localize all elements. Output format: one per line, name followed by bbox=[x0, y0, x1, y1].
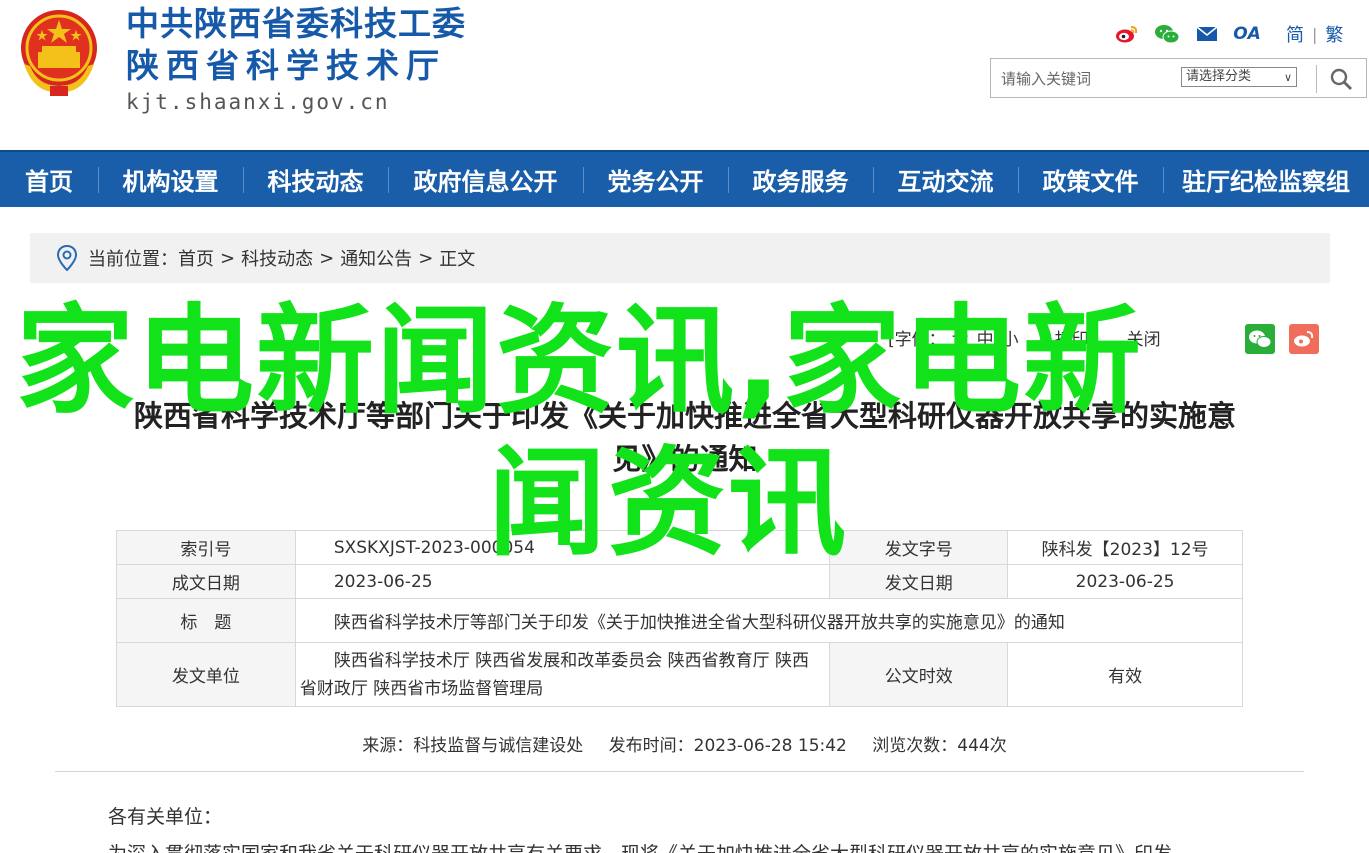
nav-item-0[interactable]: 首页 bbox=[0, 151, 98, 208]
source-value: 科技监督与诚信建设处 bbox=[413, 736, 584, 756]
breadcrumb-notices[interactable]: 通知公告 bbox=[340, 245, 412, 271]
written-date-label: 成文日期 bbox=[116, 564, 296, 599]
source-info: 来源：科技监督与诚信建设处 bbox=[362, 736, 583, 756]
document-meta-table: 索引号 SXSKXJST-2023-000054 发文字号 陕科发【2023】1… bbox=[116, 530, 1244, 707]
publish-info: 发布时间：2023-06-28 15:42 bbox=[609, 736, 847, 756]
nav-item-6[interactable]: 互动交流 bbox=[873, 151, 1018, 208]
views-count: 444次 bbox=[957, 736, 1007, 756]
table-row: 索引号 SXSKXJST-2023-000054 发文字号 陕科发【2023】1… bbox=[116, 530, 1243, 565]
article-source-line: 来源：科技监督与诚信建设处 发布时间：2023-06-28 15:42 浏览次数… bbox=[0, 731, 1369, 756]
validity-label: 公文时效 bbox=[829, 642, 1009, 707]
print-link[interactable]: 打印 bbox=[1055, 325, 1089, 350]
search-input[interactable] bbox=[1001, 67, 1161, 91]
title-value: 陕西省科学技术厅等部门关于印发《关于加快推进全省大型科研仪器开放共享的实施意见》… bbox=[294, 598, 1244, 643]
index-no-label: 索引号 bbox=[116, 530, 296, 565]
site-header: 中共陕西省委科技工委 陕西省科学技术厅 kjt.shaanxi.gov.cn O… bbox=[0, 0, 1369, 150]
nav-item-4[interactable]: 党务公开 bbox=[583, 151, 728, 208]
publish-time: 2023-06-28 15:42 bbox=[693, 736, 847, 756]
article-body-text: 为深入贯彻落实国家和我省关于科研仪器开放共享有关要求，现将《关于加快推进全省大型… bbox=[108, 842, 1172, 853]
header-tools: OA 简 | 繁 bbox=[1112, 22, 1343, 46]
index-no-value: SXSKXJST-2023-000054 bbox=[294, 530, 831, 565]
source-label: 来源： bbox=[362, 736, 414, 756]
issuer-label: 发文单位 bbox=[116, 642, 296, 707]
search-divider bbox=[1316, 65, 1317, 93]
written-date-value: 2023-06-25 bbox=[294, 564, 831, 599]
doc-no-label: 发文字号 bbox=[829, 530, 1009, 565]
divider bbox=[55, 771, 1304, 772]
article-title: 陕西省科学技术厅等部门关于印发《关于加快推进全省大型科研仪器开放共享的实施意 见… bbox=[50, 395, 1320, 481]
close-link[interactable]: 关闭 bbox=[1127, 325, 1161, 350]
lang-traditional-link[interactable]: 繁 bbox=[1325, 21, 1343, 47]
search-icon bbox=[1330, 68, 1352, 90]
breadcrumb-tech-news[interactable]: 科技动态 bbox=[241, 245, 313, 271]
nav-item-7[interactable]: 政策文件 bbox=[1018, 151, 1163, 208]
nav-item-5[interactable]: 政务服务 bbox=[728, 151, 873, 208]
lang-simplified-link[interactable]: 简 bbox=[1286, 21, 1304, 47]
font-size-large[interactable]: 大 bbox=[952, 325, 969, 350]
article-tools: [字体： 大 中 小 打印 关闭 bbox=[888, 325, 1161, 350]
breadcrumb-current: 正文 bbox=[439, 249, 476, 270]
breadcrumb-separator: > bbox=[220, 247, 236, 269]
search-box: 请选择分类 ∨ bbox=[990, 58, 1367, 98]
article-title-line2: 见》的通知 bbox=[612, 442, 758, 476]
table-row: 标 题 陕西省科学技术厅等部门关于印发《关于加快推进全省大型科研仪器开放共享的实… bbox=[116, 598, 1244, 643]
issue-date-label: 发文日期 bbox=[829, 564, 1009, 599]
breadcrumb-home[interactable]: 首页 bbox=[178, 245, 214, 271]
nav-item-2[interactable]: 科技动态 bbox=[243, 151, 388, 208]
article-title-line1: 陕西省科学技术厅等部门关于印发《关于加快推进全省大型科研仪器开放共享的实施意 bbox=[133, 399, 1236, 433]
search-button[interactable] bbox=[1325, 65, 1357, 93]
category-select[interactable]: 请选择分类 ∨ bbox=[1181, 67, 1297, 87]
site-title-line2: 陕西省科学技术厅 bbox=[126, 46, 446, 85]
wechat-icon[interactable] bbox=[1152, 23, 1182, 45]
validity-value: 有效 bbox=[1007, 642, 1243, 707]
views-info: 浏览次数：444次 bbox=[872, 736, 1006, 756]
breadcrumb-separator: > bbox=[418, 247, 434, 269]
weibo-icon[interactable] bbox=[1112, 23, 1142, 45]
font-size-small[interactable]: 小 bbox=[1002, 325, 1019, 350]
article-body: 为深入贯彻落实国家和我省关于科研仪器开放共享有关要求，现将《关于加快推进全省大型… bbox=[108, 842, 1288, 853]
table-row: 成文日期 2023-06-25 发文日期 2023-06-25 bbox=[116, 564, 1243, 599]
views-label: 浏览次数： bbox=[872, 736, 958, 756]
site-title-line1: 中共陕西省委科技工委 bbox=[126, 4, 466, 43]
chevron-down-icon: ∨ bbox=[1283, 71, 1292, 84]
nav-item-8[interactable]: 驻厅纪检监察组 bbox=[1163, 151, 1369, 208]
publish-label: 发布时间： bbox=[608, 736, 694, 756]
location-pin-icon bbox=[56, 245, 78, 271]
table-row: 发文单位 陕西省科学技术厅 陕西省发展和改革委员会 陕西省教育厅 陕西省财政厅 … bbox=[116, 642, 1243, 707]
title-label: 标 题 bbox=[116, 598, 296, 643]
issue-date-value: 2023-06-25 bbox=[1007, 564, 1243, 599]
font-size-label: [字体： bbox=[888, 330, 946, 350]
article-salutation: 各有关单位： bbox=[108, 806, 223, 828]
national-emblem-icon bbox=[21, 10, 97, 96]
breadcrumb-prefix: 当前位置： bbox=[88, 249, 178, 270]
oa-icon[interactable]: OA bbox=[1232, 23, 1262, 45]
wechat-share-icon[interactable] bbox=[1245, 324, 1275, 354]
mail-icon[interactable] bbox=[1192, 23, 1222, 45]
lang-separator: | bbox=[1312, 24, 1318, 44]
category-select-value: 请选择分类 bbox=[1186, 69, 1252, 84]
nav-item-1[interactable]: 机构设置 bbox=[98, 151, 243, 208]
nav-item-3[interactable]: 政府信息公开 bbox=[388, 151, 583, 208]
doc-no-value: 陕科发【2023】12号 bbox=[1007, 530, 1243, 565]
breadcrumb-separator: > bbox=[319, 247, 335, 269]
main-nav: 首页 机构设置 科技动态 政府信息公开 党务公开 政务服务 互动交流 政策文件 驻厅纪检监察组 bbox=[0, 150, 1369, 207]
font-size-medium[interactable]: 中 bbox=[977, 325, 994, 350]
issuer-value: 陕西省科学技术厅 陕西省发展和改革委员会 陕西省教育厅 陕西省财政厅 陕西省市场… bbox=[294, 642, 831, 707]
breadcrumb: 当前位置： 首页 > 科技动态 > 通知公告 > 正文 bbox=[30, 233, 1330, 283]
site-domain: kjt.shaanxi.gov.cn bbox=[126, 90, 390, 114]
weibo-share-icon[interactable] bbox=[1289, 324, 1319, 354]
